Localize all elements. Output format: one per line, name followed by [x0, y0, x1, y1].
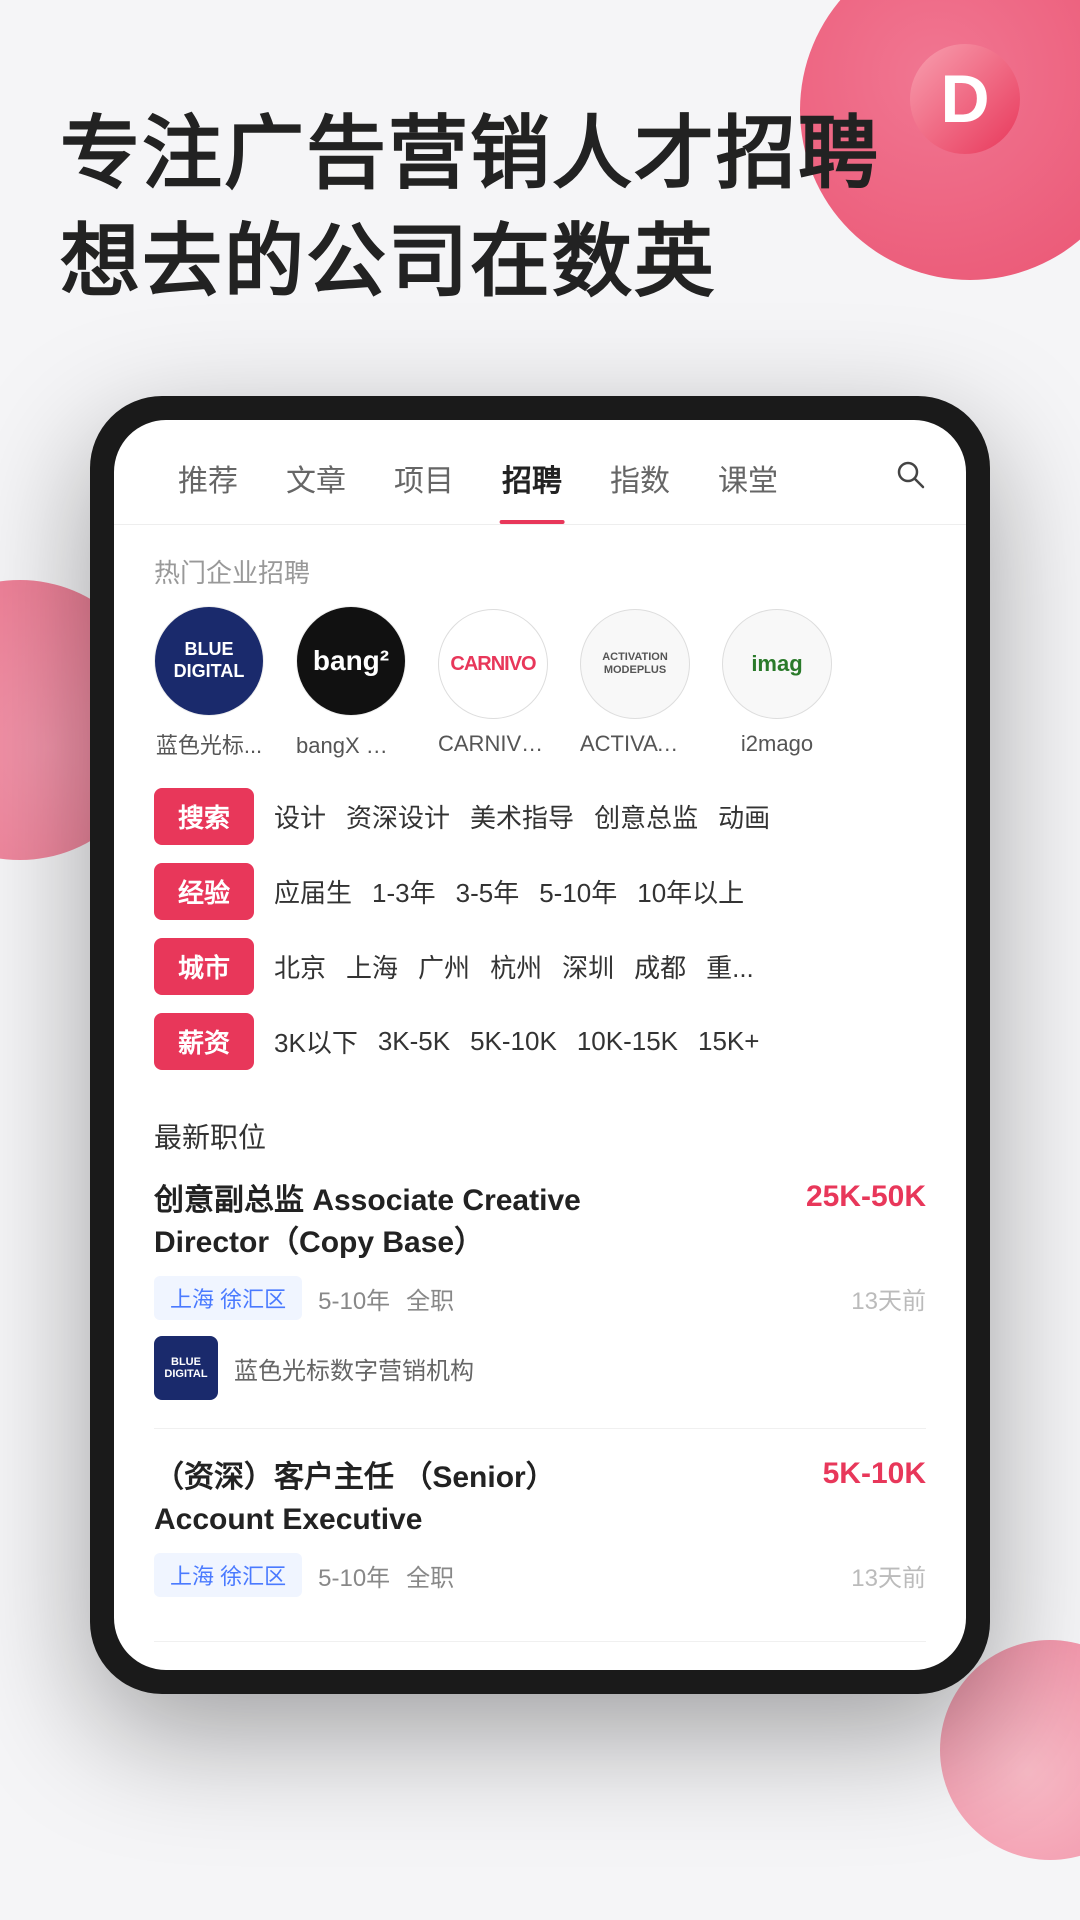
- company-logo-text-i2mago: imag: [751, 651, 802, 677]
- job-title-row-2: （资深）客户主任 （Senior） Account Executive 5K-1…: [154, 1457, 926, 1541]
- job-location-tag-1: 上海 徐汇区: [154, 1276, 302, 1320]
- company-item-carnivo[interactable]: CARNIVO CARNIVO...: [438, 609, 548, 757]
- filter-row-search: 搜索 设计 资深设计 美术指导 创意总监 动画: [154, 788, 926, 845]
- hero-line2: 想去的公司在数英: [60, 208, 1020, 316]
- job-salary-1: 25K-50K: [806, 1180, 926, 1214]
- job-time-1: 13天前: [851, 1281, 926, 1316]
- company-name-carnivo: CARNIVO...: [438, 731, 548, 757]
- filter-tag-hangzhou[interactable]: 杭州: [490, 948, 542, 985]
- filter-tag-guangzhou[interactable]: 广州: [418, 948, 470, 985]
- company-row-1: BLUEDIGITAL 蓝色光标数字营销机构: [154, 1336, 926, 1400]
- tab-article[interactable]: 文章: [262, 456, 370, 524]
- job-salary-2: 5K-10K: [823, 1457, 926, 1491]
- phone-screen: 推荐 文章 项目 招聘 指数 课堂 热门企业招聘: [114, 420, 966, 1670]
- company-logo-activation: ACTIVATIONMODEPLUS: [580, 609, 690, 719]
- tab-recommend[interactable]: 推荐: [154, 456, 262, 524]
- filter-tag-15k-plus[interactable]: 15K+: [698, 1026, 759, 1057]
- company-item-i2mago[interactable]: imag i2mago: [722, 609, 832, 757]
- filter-tag-shanghai[interactable]: 上海: [346, 948, 398, 985]
- hero-section: 专注广告营销人才招聘 想去的公司在数英: [0, 0, 1080, 316]
- company-logo-text-blue-digital: BLUEDIGITAL: [174, 639, 245, 682]
- filter-tag-5k-10k[interactable]: 5K-10K: [470, 1026, 557, 1057]
- filter-tag-fresh[interactable]: 应届生: [274, 873, 352, 910]
- filter-tag-more-cities[interactable]: 重...: [706, 948, 754, 985]
- filter-tag-shenzhen[interactable]: 深圳: [562, 948, 614, 985]
- filter-tag-design[interactable]: 设计: [274, 798, 326, 835]
- tab-course[interactable]: 课堂: [694, 456, 802, 524]
- filter-tag-3-5[interactable]: 3-5年: [456, 873, 520, 910]
- filter-badge-salary[interactable]: 薪资: [154, 1013, 254, 1070]
- filter-tag-creative-director[interactable]: 创意总监: [594, 798, 698, 835]
- tab-project[interactable]: 项目: [370, 456, 478, 524]
- company-item-bangx[interactable]: bang² bangX 上海: [296, 606, 406, 760]
- company-logo-carnivo: CARNIVO: [438, 609, 548, 719]
- filter-tag-5-10[interactable]: 5-10年: [539, 873, 617, 910]
- filter-tag-3k-5k[interactable]: 3K-5K: [378, 1026, 450, 1057]
- filter-badge-search[interactable]: 搜索: [154, 788, 254, 845]
- filter-tag-chengdu[interactable]: 成都: [634, 948, 686, 985]
- app-logo-badge: D: [910, 44, 1020, 154]
- company-name-activation: ACTIVATIO...: [580, 731, 690, 757]
- filter-tag-1-3[interactable]: 1-3年: [372, 873, 436, 910]
- hero-line1: 专注广告营销人才招聘: [60, 100, 1020, 208]
- company-logo-bangx: bang²: [296, 606, 406, 716]
- filter-tag-3k-below[interactable]: 3K以下: [274, 1023, 358, 1060]
- job-title-1: 创意副总监 Associate Creative Director（Copy B…: [154, 1180, 674, 1264]
- company-logo-i2mago: imag: [722, 609, 832, 719]
- jobs-section: 最新职位 创意副总监 Associate Creative Director（C…: [114, 1088, 966, 1642]
- company-name-i2mago: i2mago: [741, 731, 813, 757]
- company-name-text-1: 蓝色光标数字营销机构: [234, 1351, 474, 1386]
- latest-jobs-title: 最新职位: [154, 1116, 926, 1156]
- job-card-1[interactable]: 创意副总监 Associate Creative Director（Copy B…: [154, 1180, 926, 1429]
- filter-row-salary: 薪资 3K以下 3K-5K 5K-10K 10K-15K 15K+: [154, 1013, 926, 1070]
- company-name-blue-digital: 蓝色光标...: [156, 728, 262, 760]
- job-card-2[interactable]: （资深）客户主任 （Senior） Account Executive 5K-1…: [154, 1457, 926, 1642]
- job-time-2: 13天前: [851, 1558, 926, 1593]
- company-logo-text-activation: ACTIVATIONMODEPLUS: [602, 651, 668, 677]
- job-title-2: （资深）客户主任 （Senior） Account Executive: [154, 1457, 674, 1541]
- phone-outer: 推荐 文章 项目 招聘 指数 课堂 热门企业招聘: [90, 396, 990, 1694]
- filter-tag-beijing[interactable]: 北京: [274, 948, 326, 985]
- job-location-tag-2: 上海 徐汇区: [154, 1553, 302, 1597]
- filter-tag-animation[interactable]: 动画: [718, 798, 770, 835]
- company-logo-small-1: BLUEDIGITAL: [154, 1336, 218, 1400]
- job-type-1: 全职: [406, 1281, 454, 1316]
- job-experience-1: 5-10年: [318, 1281, 390, 1316]
- company-logo-small-text-1: BLUEDIGITAL: [164, 1356, 207, 1380]
- filter-badge-experience[interactable]: 经验: [154, 863, 254, 920]
- company-item-activation[interactable]: ACTIVATIONMODEPLUS ACTIVATIO...: [580, 609, 690, 757]
- phone-mockup: 推荐 文章 项目 招聘 指数 课堂 热门企业招聘: [90, 396, 990, 1694]
- job-type-2: 全职: [406, 1558, 454, 1593]
- job-experience-2: 5-10年: [318, 1558, 390, 1593]
- nav-tabs: 推荐 文章 项目 招聘 指数 课堂: [114, 420, 966, 525]
- filter-row-experience: 经验 应届生 1-3年 3-5年 5-10年 10年以上: [154, 863, 926, 920]
- company-logo-blue-digital: BLUEDIGITAL: [154, 606, 264, 716]
- company-logos-row: BLUEDIGITAL 蓝色光标... bang² bangX 上海 CARNI…: [114, 606, 966, 760]
- filter-badge-city[interactable]: 城市: [154, 938, 254, 995]
- job-title-row-1: 创意副总监 Associate Creative Director（Copy B…: [154, 1180, 926, 1264]
- search-icon[interactable]: [894, 458, 926, 523]
- filter-tag-10k-15k[interactable]: 10K-15K: [577, 1026, 678, 1057]
- hot-companies-label: 热门企业招聘: [114, 525, 966, 606]
- tab-recruit[interactable]: 招聘: [478, 456, 586, 524]
- filter-section: 搜索 设计 资深设计 美术指导 创意总监 动画 经验 应届生 1-3年 3-5年…: [114, 760, 966, 1070]
- app-logo-letter: D: [940, 65, 989, 133]
- job-meta-row-1: 上海 徐汇区 5-10年 全职 13天前: [154, 1276, 926, 1320]
- filter-row-city: 城市 北京 上海 广州 杭州 深圳 成都 重...: [154, 938, 926, 995]
- hero-title: 专注广告营销人才招聘 想去的公司在数英: [60, 100, 1020, 316]
- company-item-blue-digital[interactable]: BLUEDIGITAL 蓝色光标...: [154, 606, 264, 760]
- company-logo-text-carnivo: CARNIVO: [450, 653, 535, 676]
- job-meta-row-2: 上海 徐汇区 5-10年 全职 13天前: [154, 1553, 926, 1597]
- filter-tag-art-director[interactable]: 美术指导: [470, 798, 574, 835]
- filter-tag-senior-design[interactable]: 资深设计: [346, 798, 450, 835]
- filter-tag-10plus[interactable]: 10年以上: [637, 873, 744, 910]
- tab-index[interactable]: 指数: [586, 456, 694, 524]
- company-logo-text-bangx: bang²: [313, 645, 389, 677]
- company-name-bangx: bangX 上海: [296, 728, 406, 760]
